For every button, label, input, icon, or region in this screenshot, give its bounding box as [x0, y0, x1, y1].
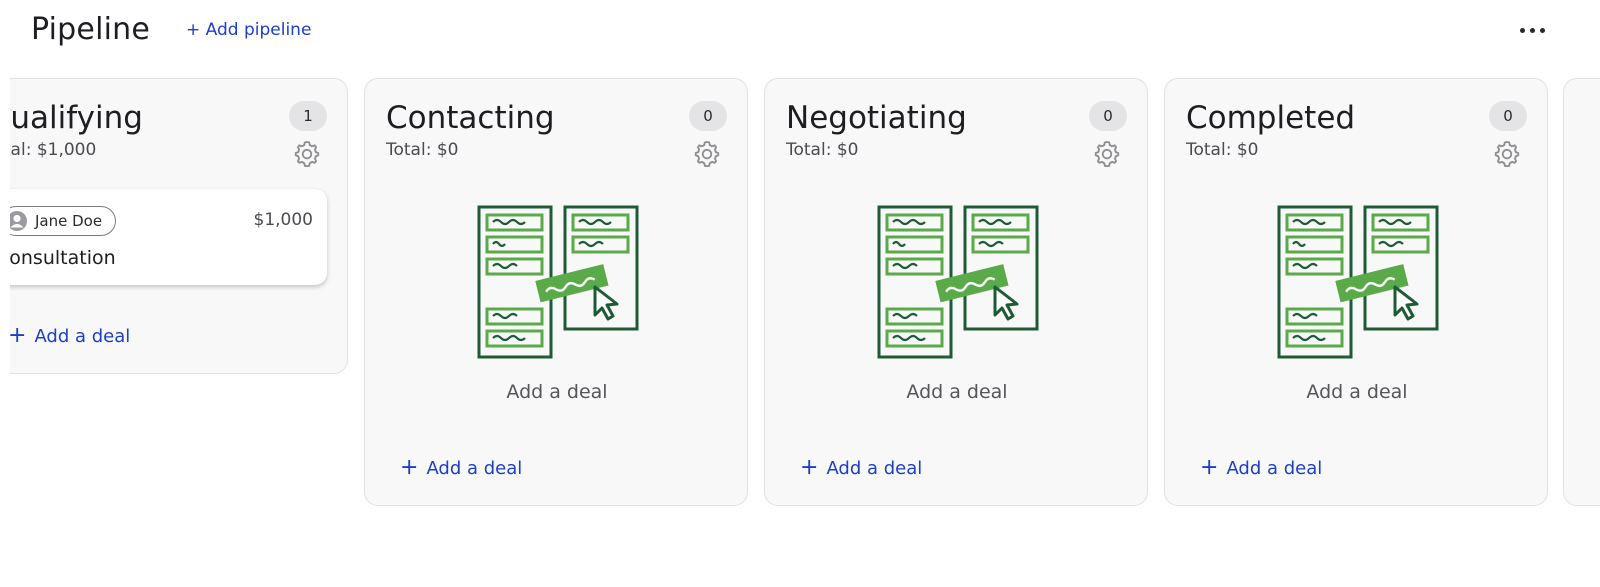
stage-column-negotiating: Negotiating Total: $0 0 Add a deal + Add…: [764, 78, 1148, 506]
user-avatar-icon: [10, 211, 27, 231]
gear-icon[interactable]: [1092, 139, 1122, 169]
add-deal-link[interactable]: + Add a deal: [10, 325, 130, 347]
stage-column-next-partial: [1563, 78, 1600, 506]
plus-icon: +: [1200, 455, 1219, 480]
stage-total: Total: $0: [786, 140, 859, 160]
add-deal-link[interactable]: + Add a deal: [400, 457, 522, 479]
deal-name: Consultation: [10, 247, 116, 269]
plus-icon: +: [400, 455, 419, 480]
page-title: Pipeline: [31, 12, 151, 47]
top-bar: Pipeline + Add pipeline: [0, 0, 1600, 64]
owner-name: Jane Doe: [35, 212, 103, 230]
deal-card[interactable]: Jane Doe $1,000 Consultation: [10, 189, 327, 285]
deal-count-badge: 0: [689, 101, 727, 131]
deal-count-badge: 0: [1489, 101, 1527, 131]
empty-add-deal[interactable]: Add a deal: [765, 381, 1149, 403]
add-deal-label: Add a deal: [1226, 457, 1323, 479]
deal-count-badge: 0: [1089, 101, 1127, 131]
empty-board-illustration: [477, 205, 639, 359]
gear-icon[interactable]: [692, 139, 722, 169]
deal-amount: $1,000: [253, 210, 313, 230]
owner-chip[interactable]: Jane Doe: [10, 206, 117, 236]
add-deal-link[interactable]: + Add a deal: [800, 457, 922, 479]
pipeline-board: Qualifying Total: $1,000 1 Jane Doe $1,0…: [10, 78, 1600, 518]
stage-column-contacting: Contacting Total: $0 0 Add a deal + Add …: [364, 78, 748, 506]
empty-board-illustration: [1277, 205, 1439, 359]
empty-add-deal[interactable]: Add a deal: [365, 381, 749, 403]
gear-icon[interactable]: [1492, 139, 1522, 169]
add-deal-label: Add a deal: [34, 325, 131, 347]
stage-title: Negotiating: [786, 100, 967, 136]
deal-count-badge: 1: [289, 101, 327, 131]
empty-add-deal[interactable]: Add a deal: [1165, 381, 1549, 403]
add-deal-label: Add a deal: [826, 457, 923, 479]
stage-title: Qualifying: [10, 100, 143, 136]
plus-icon: +: [10, 323, 27, 348]
plus-icon: +: [800, 455, 819, 480]
more-horizontal-icon[interactable]: [1518, 20, 1548, 40]
stage-column-completed: Completed Total: $0 0 Add a deal + Add a…: [1164, 78, 1548, 506]
stage-total: Total: $0: [1186, 140, 1259, 160]
gear-icon[interactable]: [292, 139, 322, 169]
add-pipeline-link[interactable]: + Add pipeline: [186, 20, 311, 40]
empty-board-illustration: [877, 205, 1039, 359]
stage-total: Total: $1,000: [10, 140, 97, 160]
stage-column-qualifying: Qualifying Total: $1,000 1 Jane Doe $1,0…: [10, 78, 348, 374]
add-deal-label: Add a deal: [426, 457, 523, 479]
stage-total: Total: $0: [386, 140, 459, 160]
stage-title: Contacting: [386, 100, 555, 136]
stage-title: Completed: [1186, 100, 1356, 136]
add-deal-link[interactable]: + Add a deal: [1200, 457, 1322, 479]
